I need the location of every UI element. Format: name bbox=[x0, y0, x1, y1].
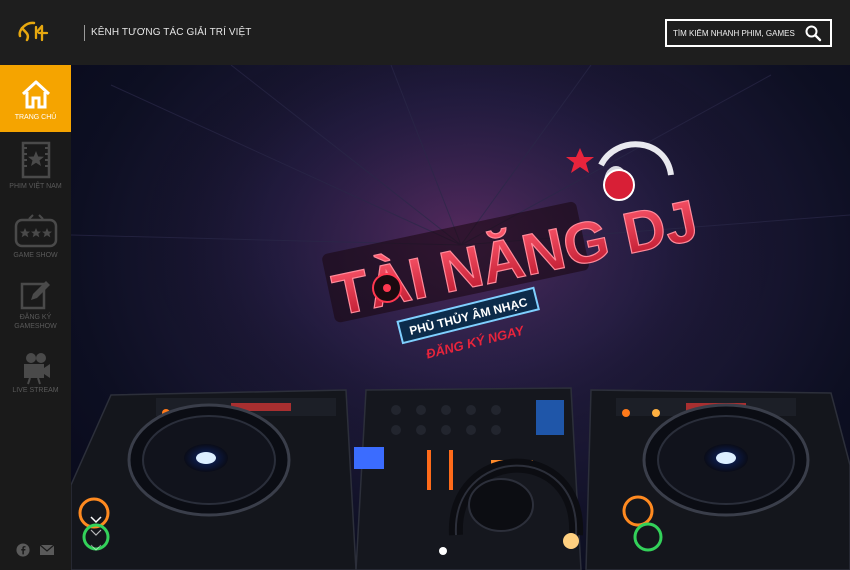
search-input[interactable] bbox=[673, 26, 795, 40]
dj-equipment bbox=[71, 387, 850, 570]
sidebar-nav: TRANG CHỦ PHIM VIỆT NAM GAME SHOW ĐĂNG K… bbox=[0, 65, 71, 570]
sidebar-item-dang-ky-gameshow[interactable]: ĐĂNG KÝ GAMESHOW bbox=[0, 279, 71, 335]
sidebar-item-label: ĐĂNG KÝ bbox=[19, 314, 52, 321]
top-header: KÊNH TƯƠNG TÁC GIẢI TRÍ VIỆT bbox=[0, 0, 850, 65]
sidebar-item-game-show[interactable]: GAME SHOW bbox=[0, 213, 71, 265]
video-camera-icon bbox=[23, 353, 50, 385]
film-star-icon bbox=[21, 141, 50, 179]
sidebar-item-label: PHIM VIỆT NAM bbox=[9, 183, 62, 190]
sidebar-item-label: GAME SHOW bbox=[13, 252, 58, 259]
mail-icon[interactable] bbox=[39, 543, 55, 557]
sidebar-item-phim-viet-nam[interactable]: PHIM VIỆT NAM bbox=[0, 141, 71, 199]
sidebar-item-label: LIVE STREAM bbox=[12, 387, 59, 394]
edit-icon bbox=[20, 281, 50, 310]
banner-artwork: TÀI NĂNG DJ PHÙ THỦY ÂM NHẠC ĐĂNG KÝ NGA… bbox=[71, 65, 850, 570]
home-icon bbox=[21, 80, 50, 109]
sidebar-item-label: GAMESHOW bbox=[14, 323, 57, 330]
sidebar-item-label: TRANG CHỦ bbox=[14, 114, 57, 121]
tv-stars-icon bbox=[14, 214, 57, 248]
facebook-icon[interactable] bbox=[15, 543, 31, 557]
sidebar-item-live-stream[interactable]: LIVE STREAM bbox=[0, 351, 71, 399]
header-divider bbox=[84, 25, 85, 41]
search-box bbox=[665, 19, 832, 47]
hero-banner[interactable]: TÀI NĂNG DJ PHÙ THỦY ÂM NHẠC ĐĂNG KÝ NGA… bbox=[71, 65, 850, 570]
site-tagline: KÊNH TƯƠNG TÁC GIẢI TRÍ VIỆT bbox=[91, 27, 252, 38]
site-logo[interactable] bbox=[16, 14, 54, 46]
search-icon[interactable] bbox=[804, 24, 822, 42]
sidebar-item-home[interactable]: TRANG CHỦ bbox=[0, 65, 71, 132]
